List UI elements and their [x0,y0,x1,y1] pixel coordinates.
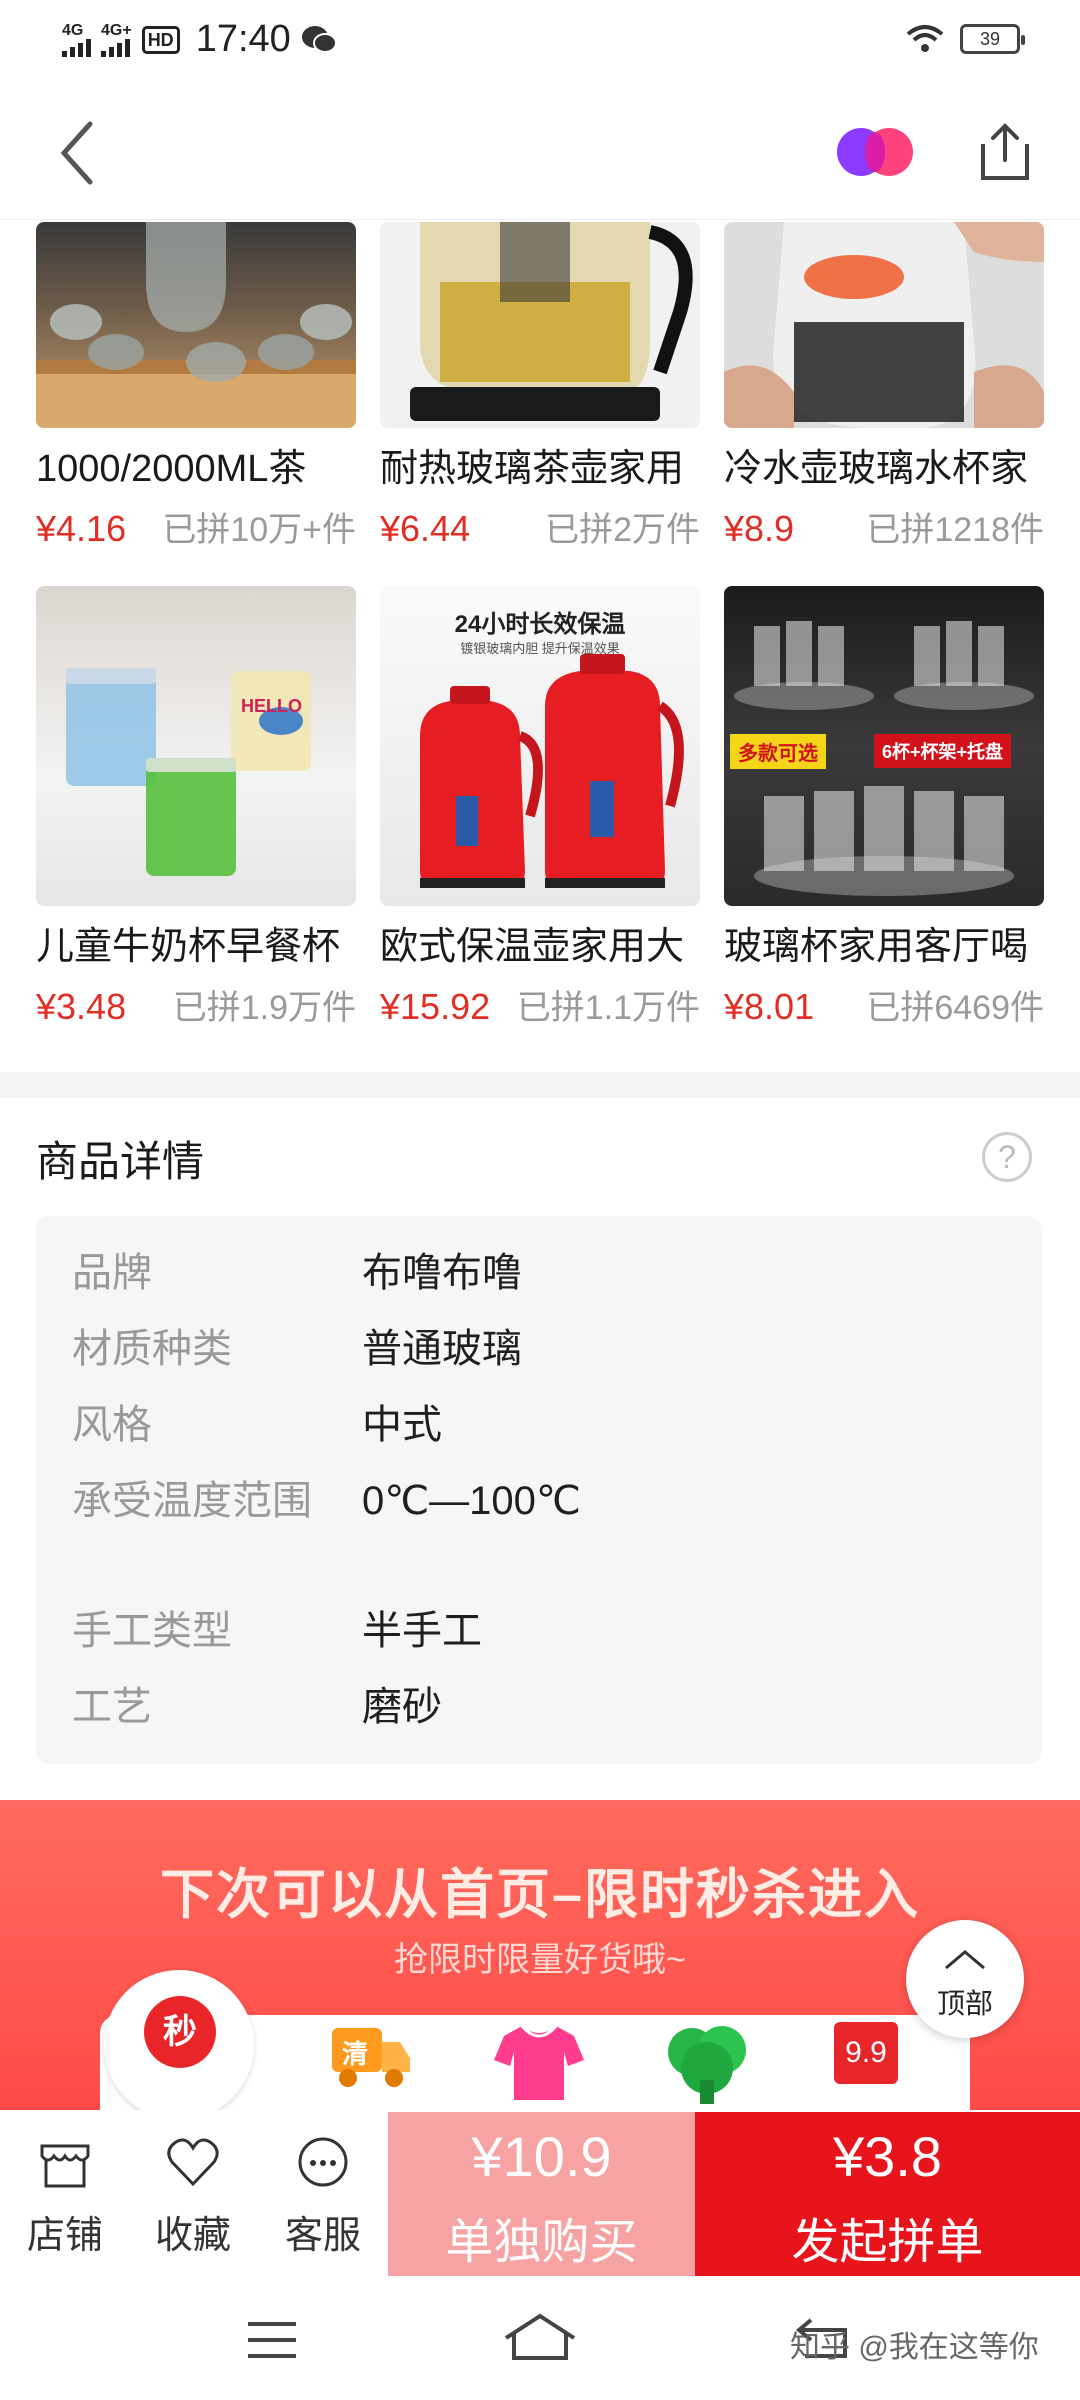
product-card[interactable]: HELLO 儿童牛奶杯早餐杯 ¥3.48 已拼1.9万件 [36,586,356,1027]
cups-tag-left: 多款可选 [730,734,826,769]
product-price: ¥3.48 [36,986,127,1027]
spec-value: 普通玻璃 [362,1327,522,1371]
cell-signal-icon: 4G [62,22,91,57]
product-sold-count: 已拼6469件 [866,989,1044,1027]
seckill-icon[interactable]: 秒 [104,1970,254,2110]
spec-key: 品牌 [72,1251,152,1295]
brand-logo[interactable] [835,126,915,178]
store-icon [40,2144,90,2188]
watermark: 知乎 @我在这等你 [790,2331,1039,2364]
product-price: ¥8.01 [724,986,815,1027]
share-button[interactable] [975,120,1035,184]
spec-row: 材质种类 普通玻璃 [72,1324,1012,1374]
product-sold-count: 已拼2万件 [545,511,700,549]
buy-alone-button[interactable]: ¥10.9 单独购买 [388,2112,695,2276]
battery-icon: 39 [960,24,1025,54]
product-title: 冷水壶玻璃水杯家 [724,448,1029,490]
share-icon [981,123,1029,180]
group-buy-price: ¥3.8 [833,2125,942,2188]
group-buy-button[interactable]: ¥3.8 发起拼单 [695,2112,1080,2276]
product-image[interactable] [36,222,356,428]
clearance-truck-icon[interactable]: 清 [330,2022,412,2092]
spec-key: 承受温度范围 [72,1479,312,1523]
spec-key: 工艺 [72,1685,152,1729]
product-card[interactable]: 多款可选 6杯+杯架+托盘 玻璃杯家用客厅喝 ¥8.01 已拼6469件 [724,586,1044,1027]
spec-row: 承受温度范围 0℃—100℃ [72,1476,1012,1526]
mug-print-text: HELLO [241,696,302,716]
spec-row: 品牌 布噜布噜 [72,1248,1012,1298]
spec-key: 风格 [72,1403,152,1447]
promo-title: 下次可以从首页–限时秒杀进入 [159,1865,921,1925]
clock: 17:40 [195,18,291,60]
vegetable-icon[interactable] [662,2022,752,2104]
group-buy-label: 发起拼单 [791,2216,984,2269]
product-card[interactable]: 24小时长效保温 镀银玻璃内胆 提升保温效果 欧式保温壶家用大 ¥15.92 已… [380,586,700,1027]
home-icon[interactable] [502,2312,578,2362]
status-bar: 4G 4G+ HD 17:40 39 [0,0,1080,80]
wifi-icon [906,25,944,52]
product-sold-count: 已拼10万+件 [162,511,356,549]
product-image[interactable]: 24小时长效保温 镀银玻璃内胆 提升保温效果 [380,586,700,906]
cell-signal-icon-2: 4G+ [101,22,132,57]
spec-value: 0℃—100℃ [362,1479,581,1523]
spec-key: 材质种类 [72,1327,232,1371]
product-sold-count: 已拼1.1万件 [516,989,700,1027]
spec-value: 磨砂 [362,1685,442,1729]
favorite-button[interactable]: 收藏 [128,2112,258,2276]
spec-row: 工艺 磨砂 [72,1682,1012,1732]
chat-icon [298,2137,348,2187]
nav-bar [0,80,1080,220]
wechat-icon [301,25,337,53]
product-title: 1000/2000ML茶 [36,448,307,490]
product-title: 玻璃杯家用客厅喝 [724,926,1029,968]
details-heading: 商品详情 [36,1138,205,1185]
help-icon[interactable]: ? [982,1132,1032,1182]
back-button[interactable] [50,118,110,188]
product-sold-count: 已拼1218件 [866,511,1044,549]
spec-row: 风格 中式 [72,1400,1012,1450]
product-price: ¥15.92 [380,986,491,1027]
spec-value: 中式 [362,1403,442,1447]
buy-alone-price: ¥10.9 [471,2125,612,2188]
product-title: 耐热玻璃茶壶家用 [380,448,685,490]
menu-icon[interactable] [244,2318,300,2362]
chevron-left-icon [60,121,93,185]
spec-key: 手工类型 [72,1609,232,1653]
spec-value: 半手工 [362,1609,482,1653]
spec-row: 手工类型 半手工 [72,1606,1012,1656]
thermos-subline: 镀银玻璃内胆 提升保温效果 [460,641,620,656]
product-card[interactable]: 耐热玻璃茶壶家用 ¥6.44 已拼2万件 [380,222,700,549]
cups-tag-right: 6杯+杯架+托盘 [874,734,1012,768]
heart-icon [167,2138,219,2187]
purchase-bar: 店铺 收藏 客服 ¥10.9 单独购买 ¥3.8 发起拼单 [0,2112,1080,2276]
back-to-top-button[interactable]: 顶部 [906,1920,1024,2038]
product-title: 儿童牛奶杯早餐杯 [36,926,341,968]
product-image[interactable] [724,222,1044,428]
shop-button[interactable]: 店铺 [0,2112,130,2276]
chevron-up-icon [945,1950,985,1970]
product-card[interactable]: 冷水壶玻璃水杯家 ¥8.9 已拼1218件 [724,222,1044,549]
nine-nine-icon[interactable]: 9.9 [834,2022,902,2092]
product-sold-count: 已拼1.9万件 [172,989,356,1027]
customer-service-button[interactable]: 客服 [258,2112,388,2276]
buy-alone-label: 单独购买 [445,2216,638,2269]
product-price: ¥8.9 [724,508,795,549]
product-price: ¥6.44 [380,508,471,549]
product-price: ¥4.16 [36,508,127,549]
spec-value: 布噜布噜 [362,1251,522,1295]
product-image[interactable] [380,222,700,428]
spec-table: 品牌 布噜布噜 材质种类 普通玻璃 风格 中式 承受温度范围 0℃—100℃ 手… [36,1216,1042,1764]
clothing-icon[interactable] [492,2022,586,2102]
product-image[interactable]: 多款可选 6杯+杯架+托盘 [724,586,1044,906]
thermos-headline: 24小时长效保温 [454,611,626,638]
section-divider [0,1072,1080,1098]
product-title: 欧式保温壶家用大 [380,926,685,968]
product-card[interactable]: 1000/2000ML茶 ¥4.16 已拼10万+件 [36,222,356,549]
product-image[interactable]: HELLO [36,586,356,906]
hd-voice-icon: HD [141,25,180,54]
